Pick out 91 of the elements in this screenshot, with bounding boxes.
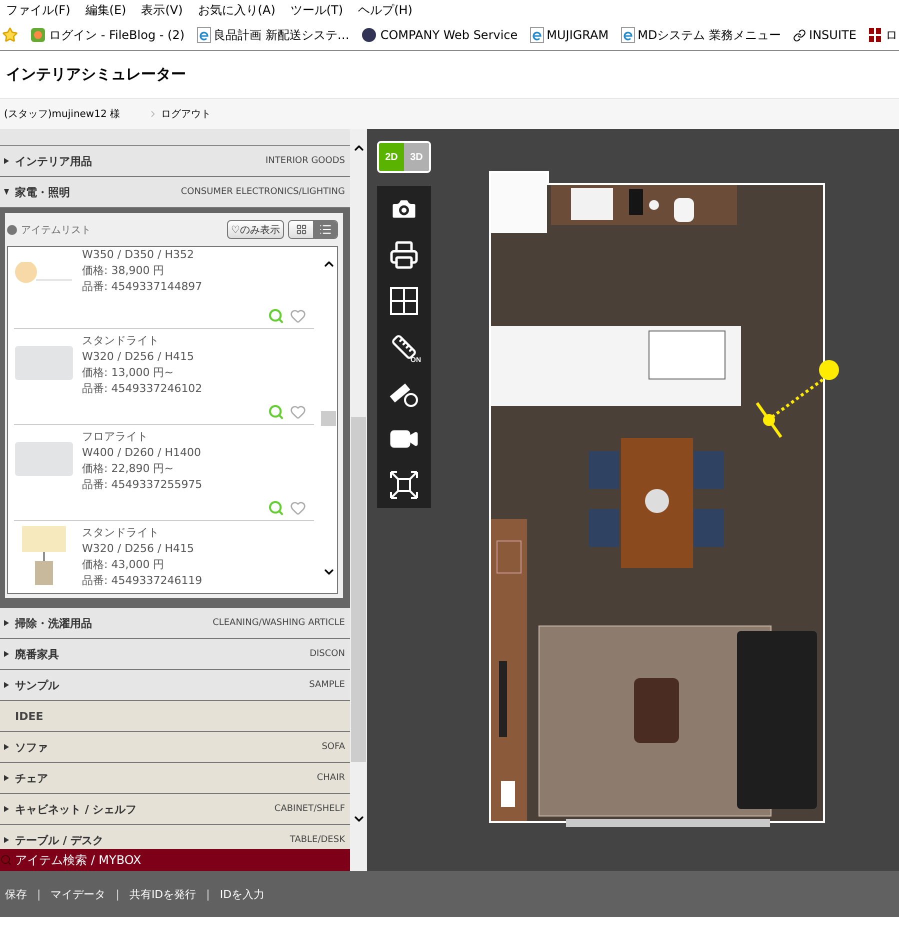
- item-code: 品番: 4549337255975: [82, 477, 202, 493]
- category-english-label: CLEANING/WASHING ARTICLE: [212, 618, 345, 628]
- item-price: 価格: 43,000 円: [82, 557, 166, 573]
- app-title: インテリアシミュレーター: [6, 65, 186, 84]
- brand-section-title: IDEE: [0, 701, 350, 732]
- category-label: チェア: [15, 770, 49, 786]
- favorite-link[interactable]: ロ: [885, 26, 898, 44]
- footer-link[interactable]: 保存: [5, 886, 27, 902]
- logout-link[interactable]: ログアウト: [161, 107, 212, 121]
- item-price: 価格: 13,000 円~: [82, 365, 174, 381]
- grid-icon: [390, 287, 418, 315]
- browser-page-icon: [196, 27, 211, 43]
- category-label: キャビネット / シェルフ: [15, 802, 138, 816]
- user-name: (スタッフ)mujinew12 様: [4, 108, 120, 121]
- bullet-icon: [7, 224, 17, 234]
- footer-link[interactable]: IDを入力: [220, 886, 265, 902]
- scrollbar-thumb[interactable]: [351, 417, 366, 762]
- separator: |: [206, 888, 210, 900]
- favorite-link[interactable]: INSUITE: [809, 28, 856, 42]
- favorite-link[interactable]: MUJIGRAM: [546, 28, 609, 42]
- menu-item[interactable]: ヘルプ(H): [358, 2, 412, 18]
- item-size: W400 / D260 / H1400: [82, 445, 202, 461]
- grid-view-icon: [296, 224, 306, 235]
- category-label: 廃番家具: [15, 646, 60, 662]
- item-name[interactable]: フロアライト: [82, 429, 202, 445]
- heart-icon[interactable]: [290, 404, 306, 420]
- separator: |: [37, 888, 41, 900]
- favorite-link[interactable]: 良品計画 新配送システ…: [214, 26, 350, 44]
- grid-view-button[interactable]: [289, 221, 313, 238]
- footer-link[interactable]: 共有IDを発行: [129, 886, 196, 902]
- globe-icon: [361, 27, 378, 43]
- item-price: 価格: 38,900 円: [82, 263, 166, 279]
- favorites-star-icon[interactable]: [2, 27, 18, 43]
- zoom-icon[interactable]: [268, 308, 284, 324]
- scrollbar-thumb[interactable]: [321, 410, 336, 426]
- browser-page-icon: [620, 27, 635, 43]
- search-icon: [0, 854, 12, 866]
- favorite-link[interactable]: COMPANY Web Service: [380, 28, 518, 42]
- item-name[interactable]: スタンドライト: [82, 525, 202, 541]
- category-english-label: CHAIR: [316, 773, 345, 783]
- link-icon: [793, 28, 806, 42]
- category-english-label: DISCON: [310, 649, 345, 659]
- list-view-button[interactable]: [313, 221, 337, 238]
- menu-item[interactable]: お気に入り(A): [198, 2, 276, 18]
- favorites-only-button[interactable]: ♡のみ表示: [227, 220, 284, 239]
- category-label: 掃除・洗濯用品: [15, 616, 93, 630]
- category-english-label: CONSUMER ELECTRONICS/LIGHTING: [180, 187, 345, 197]
- item-code: 品番: 4549337144897: [82, 279, 202, 295]
- separator: |: [116, 888, 120, 900]
- category-english-label: CABINET/SHELF: [274, 804, 345, 814]
- heart-icon[interactable]: [290, 308, 306, 324]
- favorite-link[interactable]: MDシステム 業務メニュー: [638, 26, 782, 44]
- category-label: サンプル: [15, 678, 60, 692]
- menu-item[interactable]: 表示(V): [141, 2, 183, 18]
- item-list-title: アイテムリスト: [21, 224, 91, 236]
- item-code: 品番: 4549337246119: [82, 573, 202, 589]
- list-view-icon: [318, 223, 332, 236]
- printer-icon: [389, 240, 419, 270]
- category-row[interactable]: テーブル / デスク TABLE/DESK: [0, 825, 350, 849]
- category-english-label: SOFA: [322, 742, 345, 752]
- category-label: インテリア用品: [15, 154, 93, 168]
- item-size: W320 / D256 / H415: [82, 541, 196, 557]
- menu-item[interactable]: ファイル(F): [6, 2, 70, 18]
- menu-item[interactable]: 編集(E): [85, 2, 126, 18]
- footer-link[interactable]: マイデータ: [50, 886, 106, 902]
- category-english-label: TABLE/DESK: [290, 835, 345, 845]
- heart-icon[interactable]: [290, 500, 306, 516]
- category-english-label: INTERIOR GOODS: [266, 156, 345, 166]
- browser-page-icon: [530, 27, 544, 43]
- category-row[interactable]: キャビネット / シェルフ CABINET/SHELF: [0, 794, 350, 825]
- category-english-label: SAMPLE: [309, 680, 345, 690]
- expand-arrows-icon: [390, 471, 418, 499]
- category-row[interactable]: ソファ SOFA: [0, 732, 350, 763]
- item-search-bar[interactable]: アイテム検索 / MYBOX: [0, 849, 350, 871]
- menu-item[interactable]: ツール(T): [290, 2, 344, 18]
- item-price: 価格: 22,890 円~: [82, 461, 174, 477]
- lampshade-photo: [14, 345, 74, 381]
- item-size: W350 / D350 / H352: [82, 247, 196, 263]
- category-label: ソファ: [15, 740, 49, 754]
- zoom-icon[interactable]: [268, 404, 284, 420]
- zoom-icon[interactable]: [268, 500, 284, 516]
- category-label: 家電・照明: [15, 184, 71, 200]
- item-name[interactable]: スタンドライト: [82, 333, 202, 349]
- favorite-link[interactable]: ログイン - FileBlog - (2): [49, 26, 185, 44]
- lampshade-photo: [14, 441, 74, 477]
- app-icon: [30, 27, 46, 43]
- category-label: テーブル / デスク: [15, 832, 105, 848]
- logo-icon: [868, 27, 882, 43]
- category-row[interactable]: チェア CHAIR: [0, 763, 350, 794]
- item-code: 品番: 4549337246102: [82, 381, 202, 397]
- item-size: W320 / D256 / H415: [82, 349, 196, 365]
